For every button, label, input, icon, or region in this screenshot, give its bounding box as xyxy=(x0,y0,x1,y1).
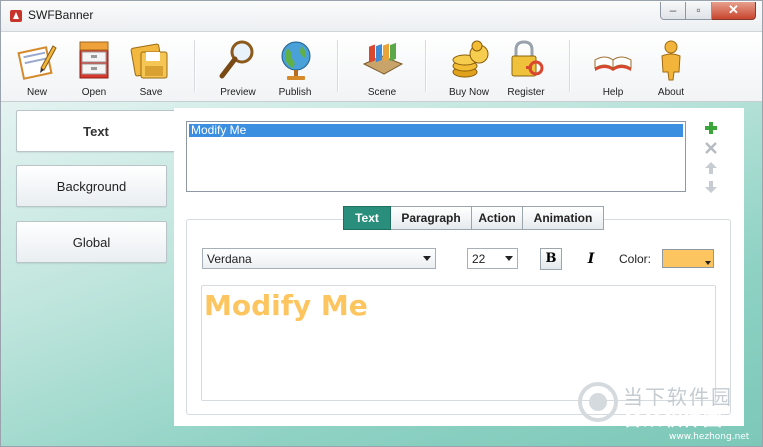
help-label: Help xyxy=(602,87,624,98)
italic-button[interactable]: I xyxy=(580,248,602,270)
watermark: 当下软件园 合众软件园 www.hezhong.net xyxy=(573,381,762,446)
font-dropdown[interactable]: Verdana xyxy=(202,248,436,269)
toolbar: New Open Save Preview Publish Scene Buy … xyxy=(1,32,762,102)
publish-label: Publish xyxy=(278,87,312,98)
sidebar-item-label: Text xyxy=(83,123,109,139)
window-title: SWFBanner xyxy=(28,8,94,22)
minimize-button[interactable]: – xyxy=(660,2,686,20)
window-controls: – ▫ ✕ xyxy=(660,2,756,22)
book-icon xyxy=(594,56,632,71)
arrow-up-icon[interactable] xyxy=(704,161,718,175)
register-button[interactable]: Register xyxy=(498,36,554,98)
toolbar-separator xyxy=(569,40,571,92)
tab-action[interactable]: Action xyxy=(472,206,523,230)
minimize-icon: – xyxy=(669,3,677,17)
watermark-logo xyxy=(578,382,618,422)
toolbar-separator xyxy=(194,40,196,92)
font-size-value: 22 xyxy=(472,252,486,266)
tab-label: Action xyxy=(478,211,516,225)
tab-label: Text xyxy=(355,211,379,225)
content-panel: Modify Me Verdana 22 B I Color: Modify M… xyxy=(174,108,744,426)
watermark-bottom-text: 合众软件园 xyxy=(623,408,724,430)
new-label: New xyxy=(26,87,47,98)
open-button[interactable]: Open xyxy=(66,36,122,98)
save-button[interactable]: Save xyxy=(123,36,179,98)
tab-paragraph[interactable]: Paragraph xyxy=(391,206,472,230)
preview-button[interactable]: Preview xyxy=(210,36,266,98)
plus-icon[interactable] xyxy=(704,121,718,135)
scene-icon xyxy=(362,42,404,75)
new-button[interactable]: New xyxy=(9,36,65,98)
publish-button[interactable]: Publish xyxy=(267,36,323,98)
tab-label: Animation xyxy=(533,211,593,225)
globe-icon xyxy=(281,41,311,80)
scene-label: Scene xyxy=(367,87,397,98)
buy-now-button[interactable]: Buy Now xyxy=(441,36,497,98)
maximize-button[interactable]: ▫ xyxy=(686,2,712,20)
save-icon xyxy=(130,43,168,79)
property-tabs: Text Paragraph Action Animation xyxy=(343,206,604,230)
chevron-down-icon xyxy=(423,256,431,261)
new-icon xyxy=(17,45,57,80)
register-label: Register xyxy=(507,87,545,98)
person-icon xyxy=(661,40,681,81)
toolbar-separator xyxy=(425,40,427,92)
buy-now-label: Buy Now xyxy=(448,87,489,98)
sidebar-item-label: Background xyxy=(56,178,127,194)
title-bar: SWFBanner – ▫ ✕ xyxy=(1,1,762,32)
chevron-down-icon xyxy=(505,256,513,261)
preview-label: Preview xyxy=(220,87,256,98)
delete-x-icon[interactable] xyxy=(704,141,718,155)
scene-button[interactable]: Scene xyxy=(354,36,410,98)
toolbar-separator xyxy=(337,40,339,92)
font-size-dropdown[interactable]: 22 xyxy=(467,248,518,269)
about-label: About xyxy=(657,87,685,98)
text-items-list[interactable]: Modify Me xyxy=(186,121,686,192)
sidebar-item-background[interactable]: Background xyxy=(16,165,167,207)
save-label: Save xyxy=(139,87,163,98)
close-icon: ✕ xyxy=(728,2,739,17)
maximize-icon: ▫ xyxy=(696,3,701,17)
sidebar-item-global[interactable]: Global xyxy=(16,221,167,263)
close-button[interactable]: ✕ xyxy=(712,2,756,20)
open-label: Open xyxy=(81,87,107,98)
app-window: SWFBanner – ▫ ✕ New Open Save Preview Pu… xyxy=(0,0,763,447)
sidebar-item-label: Global xyxy=(72,234,111,250)
help-button[interactable]: Help xyxy=(585,36,641,98)
tab-label: Paragraph xyxy=(401,211,461,225)
arrow-down-icon[interactable] xyxy=(704,180,718,194)
preview-text: Modify Me xyxy=(204,289,368,322)
magnifier-icon xyxy=(219,40,254,79)
list-item[interactable]: Modify Me xyxy=(189,124,683,137)
coins-icon xyxy=(452,40,489,78)
about-button[interactable]: About xyxy=(643,36,699,98)
lock-key-icon xyxy=(511,40,544,77)
watermark-url: www.hezhong.net xyxy=(669,432,750,442)
font-value: Verdana xyxy=(207,252,252,266)
app-icon xyxy=(10,10,22,22)
color-label: Color: xyxy=(619,252,652,266)
open-icon xyxy=(79,41,109,79)
color-picker[interactable] xyxy=(662,249,714,268)
sidebar-item-text[interactable]: Text xyxy=(16,110,175,152)
tab-animation[interactable]: Animation xyxy=(523,206,604,230)
bold-button[interactable]: B xyxy=(540,248,562,270)
chevron-down-icon xyxy=(705,261,711,265)
tab-text[interactable]: Text xyxy=(343,206,391,230)
